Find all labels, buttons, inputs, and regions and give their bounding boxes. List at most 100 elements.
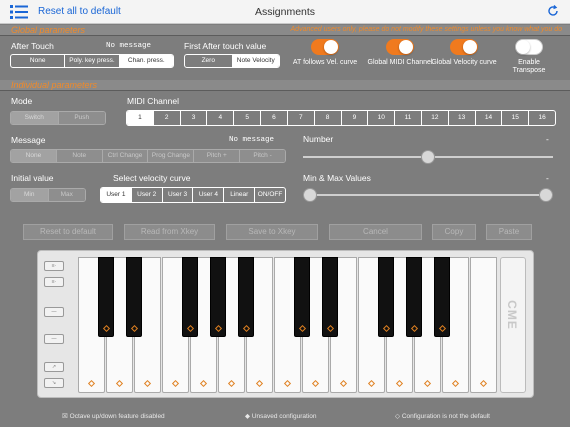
black-key[interactable] xyxy=(182,257,198,337)
not-default-note: ◇ Configuration is not the default xyxy=(395,413,490,420)
minmax-slider-track xyxy=(303,194,553,196)
message-label: Message xyxy=(11,135,46,145)
side-button-2[interactable]: ≡· xyxy=(44,277,64,287)
max-slider-knob[interactable] xyxy=(539,188,553,202)
diamond-icon xyxy=(311,379,320,388)
midi-channel-12[interactable]: 12 xyxy=(422,111,449,125)
initial-option-max[interactable]: Max xyxy=(48,189,85,201)
xkey-keyboard: ≡· ≡· — — ↗ ↘ CME xyxy=(37,250,534,398)
diamond-icon xyxy=(143,379,152,388)
diamond-icon xyxy=(87,379,96,388)
message-option-note[interactable]: Note xyxy=(56,150,103,162)
first-aftertouch-segmented: Zero Note Velocity xyxy=(184,54,280,68)
diamond-icon xyxy=(227,379,236,388)
black-key[interactable] xyxy=(406,257,422,337)
min-slider-knob[interactable] xyxy=(303,188,317,202)
section-title: Global parameters xyxy=(11,25,86,35)
midi-channel-10[interactable]: 10 xyxy=(368,111,396,125)
side-button-1[interactable]: ≡· xyxy=(44,261,64,271)
midi-channel-label: MIDI Channel xyxy=(127,96,179,106)
initial-option-min[interactable]: Min xyxy=(11,189,49,201)
first-at-option-velocity[interactable]: Note Velocity xyxy=(232,55,279,67)
diamond-icon xyxy=(171,379,180,388)
velocity-option-onoff[interactable]: ON/OFF xyxy=(255,188,285,202)
diamond-icon xyxy=(298,324,307,333)
paste-button[interactable]: Paste xyxy=(486,224,532,240)
message-option-none[interactable]: None xyxy=(11,150,57,162)
toggle-enable-transpose[interactable] xyxy=(515,39,543,55)
mode-option-push[interactable]: Push xyxy=(58,112,105,124)
cancel-button[interactable]: Cancel xyxy=(329,224,422,240)
midi-channel-16[interactable]: 16 xyxy=(529,111,555,125)
aftertouch-option-poly[interactable]: Poly. key press. xyxy=(65,55,120,67)
save-to-xkey-button[interactable]: Save to Xkey xyxy=(226,224,318,240)
aftertouch-label: After Touch xyxy=(11,41,54,51)
toggle-global-velocity-label: Global Velocity curve xyxy=(431,59,497,66)
message-option-pitch-down[interactable]: Pitch - xyxy=(240,150,285,162)
not-default-text: Configuration is not the default xyxy=(401,413,490,420)
diamond-icon xyxy=(410,324,419,333)
velocity-option-user1[interactable]: User 1 xyxy=(101,188,132,202)
midi-channel-2[interactable]: 2 xyxy=(154,111,181,125)
white-key[interactable] xyxy=(470,257,497,393)
message-option-pitch-up[interactable]: Pitch + xyxy=(194,150,241,162)
message-value: No message xyxy=(229,136,275,144)
black-key[interactable] xyxy=(210,257,226,337)
black-key[interactable] xyxy=(378,257,394,337)
toggle-global-midi-channel[interactable] xyxy=(386,39,414,55)
side-button-3[interactable]: — xyxy=(44,307,64,317)
reset-to-default-button[interactable]: Reset to default xyxy=(23,224,113,240)
black-key[interactable] xyxy=(294,257,310,337)
message-option-ctrl[interactable]: Ctrl Change xyxy=(102,150,149,162)
black-key[interactable] xyxy=(434,257,450,337)
midi-channel-13[interactable]: 13 xyxy=(449,111,476,125)
diamond-icon xyxy=(283,379,292,388)
midi-channel-6[interactable]: 6 xyxy=(261,111,288,125)
diamond-icon xyxy=(339,379,348,388)
number-label: Number xyxy=(303,134,334,144)
diamond-icon xyxy=(479,379,488,388)
read-from-xkey-button[interactable]: Read from Xkey xyxy=(124,224,215,240)
side-button-5[interactable]: ↗ xyxy=(44,362,64,372)
toggle-enable-transpose-label: Enable Transpose xyxy=(512,59,546,74)
toggle-global-velocity-curve[interactable] xyxy=(450,39,478,55)
toggle-at-follows-vel[interactable] xyxy=(311,39,339,55)
diamond-icon xyxy=(382,324,391,333)
black-key[interactable] xyxy=(126,257,142,337)
midi-channel-3[interactable]: 3 xyxy=(181,111,208,125)
midi-channel-5[interactable]: 5 xyxy=(234,111,262,125)
midi-channel-8[interactable]: 8 xyxy=(315,111,342,125)
refresh-icon[interactable] xyxy=(546,4,560,18)
individual-parameters-header: Individual parameters xyxy=(0,80,570,91)
black-key[interactable] xyxy=(238,257,254,337)
diamond-icon xyxy=(451,379,460,388)
copy-button[interactable]: Copy xyxy=(432,224,476,240)
diamond-icon xyxy=(102,324,111,333)
midi-channel-11[interactable]: 11 xyxy=(395,111,422,125)
midi-channel-1[interactable]: 1 xyxy=(127,111,154,125)
midi-channel-9[interactable]: 9 xyxy=(342,111,369,125)
unsaved-note: ◆ Unsaved configuration xyxy=(245,413,317,420)
velocity-option-linear[interactable]: Linear xyxy=(224,188,256,202)
aftertouch-segmented: None Poly. key press. Chan. press. xyxy=(10,54,174,68)
midi-channel-4[interactable]: 4 xyxy=(207,111,235,125)
velocity-option-user4[interactable]: User 4 xyxy=(193,188,225,202)
minmax-label: Min & Max Values xyxy=(303,173,371,183)
number-slider-knob[interactable] xyxy=(421,150,435,164)
first-at-option-zero[interactable]: Zero xyxy=(185,55,233,67)
aftertouch-option-chan[interactable]: Chan. press. xyxy=(119,55,173,67)
diamond-icon xyxy=(326,324,335,333)
minmax-value: - xyxy=(546,173,549,183)
mode-option-switch[interactable]: Switch xyxy=(11,112,59,124)
velocity-option-user2[interactable]: User 2 xyxy=(132,188,163,202)
midi-channel-15[interactable]: 15 xyxy=(502,111,530,125)
velocity-option-user3[interactable]: User 3 xyxy=(163,188,194,202)
midi-channel-segmented: 1 2 3 4 5 6 7 8 9 10 11 12 13 14 15 16 xyxy=(126,110,556,126)
aftertouch-option-none[interactable]: None xyxy=(11,55,66,67)
midi-channel-7[interactable]: 7 xyxy=(288,111,315,125)
message-option-prog[interactable]: Prog Change xyxy=(148,150,195,162)
side-button-4[interactable]: — xyxy=(44,334,64,344)
black-key[interactable] xyxy=(322,257,338,337)
midi-channel-14[interactable]: 14 xyxy=(476,111,503,125)
black-key[interactable] xyxy=(98,257,114,337)
